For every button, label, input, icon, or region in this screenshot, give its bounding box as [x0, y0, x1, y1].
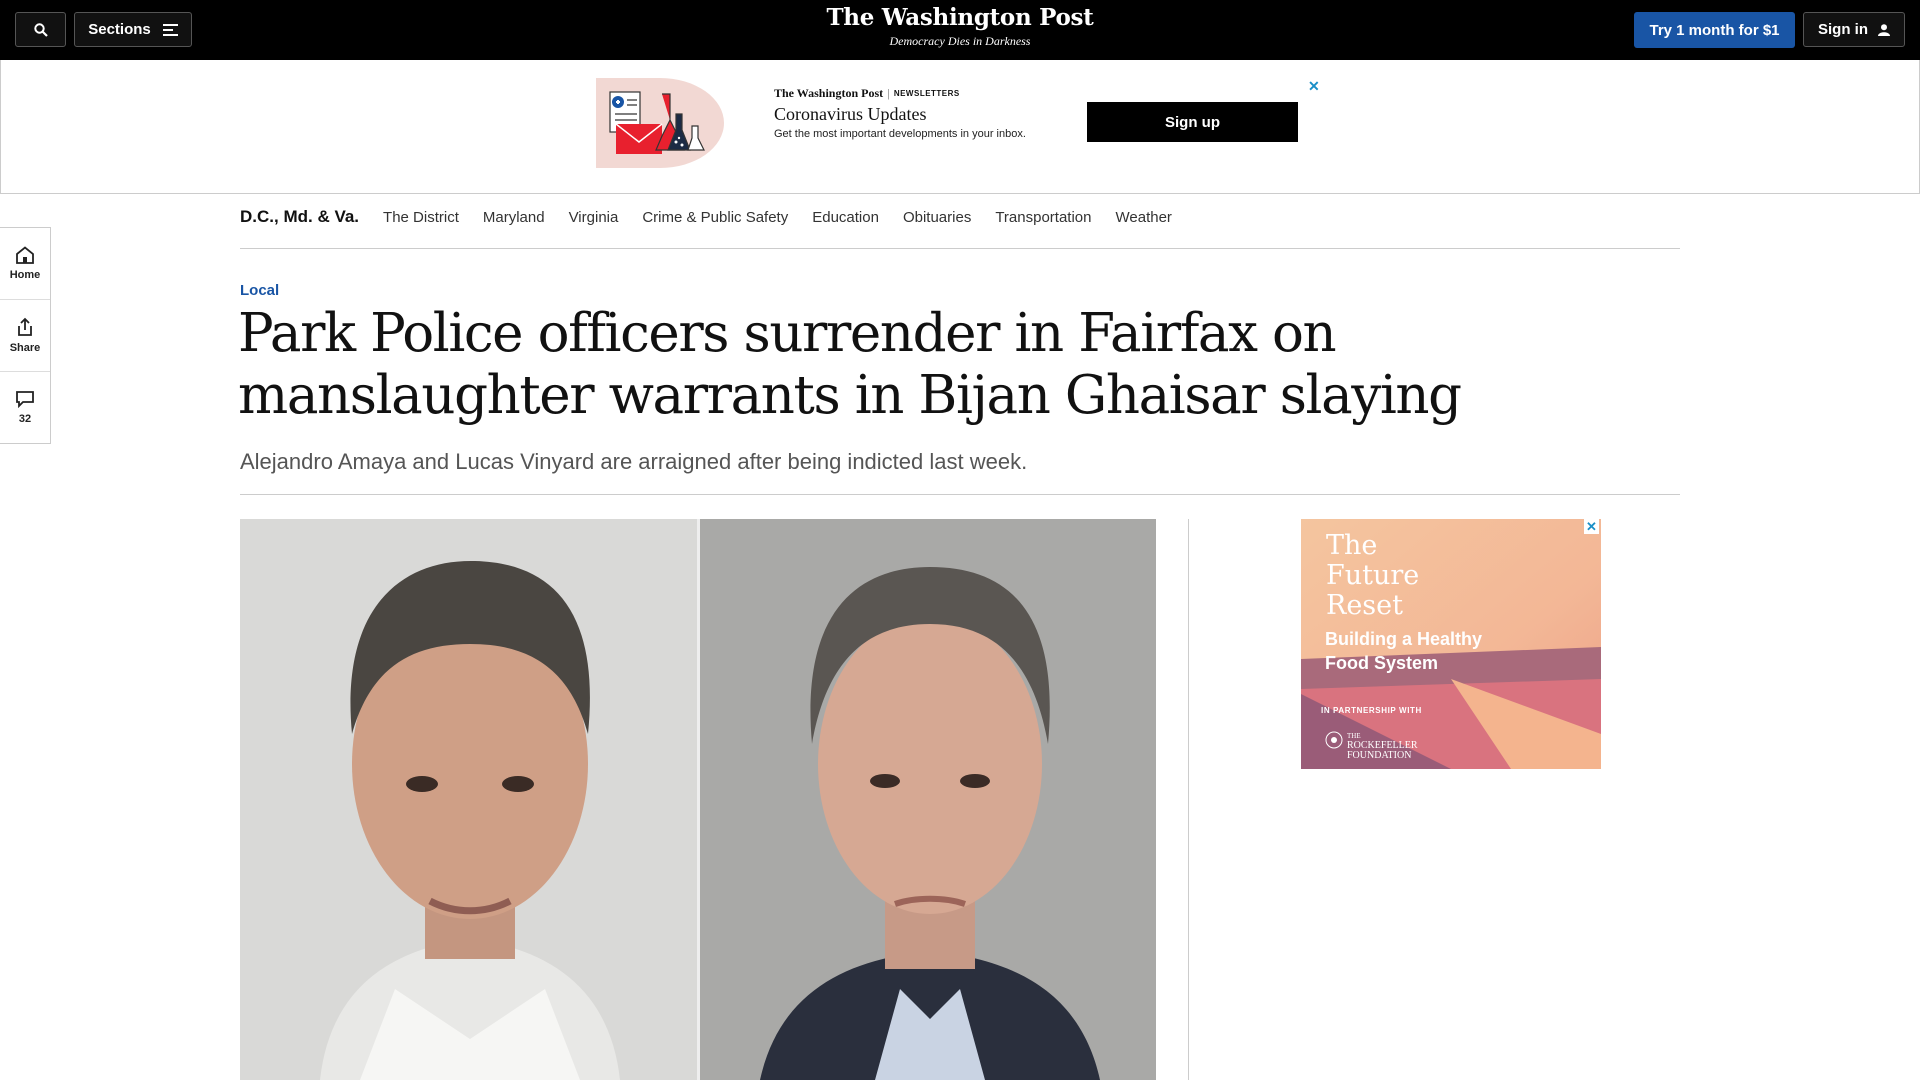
home-icon — [16, 246, 34, 264]
rail-share-button[interactable]: Share — [0, 300, 50, 372]
sections-button[interactable]: Sections — [74, 12, 192, 47]
section-nav-item-weather[interactable]: Weather — [1116, 209, 1172, 226]
share-icon — [18, 317, 32, 336]
subscribe-trial-button[interactable]: Try 1 month for $1 — [1634, 12, 1795, 48]
ad-title: The Future Reset — [1326, 530, 1420, 621]
rail-comments-count: 32 — [18, 413, 32, 425]
section-nav-item-crime-public-safety[interactable]: Crime & Public Safety — [642, 209, 788, 226]
section-nav-main[interactable]: D.C., Md. & Va. — [240, 207, 359, 227]
ad-partner-name-line2: FOUNDATION — [1347, 750, 1412, 761]
article-lead-photo — [240, 519, 1156, 1080]
sign-in-button[interactable]: Sign in — [1803, 12, 1905, 47]
newsletter-brand-suffix: NEWSLETTERS — [893, 89, 960, 98]
newsletter-title: Coronavirus Updates — [774, 104, 927, 124]
ad-close-icon[interactable]: ✕ — [1308, 78, 1320, 95]
sign-in-label: Sign in — [1818, 21, 1868, 38]
rail-comments-button[interactable]: 32 — [0, 372, 50, 443]
foundation-logo-icon — [1325, 731, 1343, 749]
ad-partner-name: THE ROCKEFELLER FOUNDATION — [1347, 731, 1418, 761]
headline-divider — [240, 494, 1680, 495]
section-navigation: D.C., Md. & Va. The District Maryland Vi… — [240, 207, 1196, 227]
search-button[interactable] — [15, 12, 66, 47]
article-kicker[interactable]: Local — [240, 282, 279, 299]
side-rail: Home Share 32 — [0, 227, 51, 444]
section-nav-item-obituaries[interactable]: Obituaries — [903, 209, 971, 226]
rail-share-label: Share — [9, 342, 41, 354]
newsletter-brand-name: The Washington Post — [774, 86, 884, 100]
article-dek: Alejandro Amaya and Lucas Vinyard are ar… — [240, 449, 1028, 474]
newsletter-brand: The Washington Post | NEWSLETTERS — [774, 86, 960, 100]
search-icon — [33, 22, 48, 37]
newsletter-artwork — [609, 91, 705, 154]
section-nav-item-maryland[interactable]: Maryland — [483, 209, 545, 226]
sponsored-ad[interactable]: The Future Reset Building a Healthy Food… — [1301, 519, 1601, 769]
newsletter-illustration — [596, 78, 724, 168]
menu-icon — [162, 23, 178, 36]
newsletter-signup-button[interactable]: Sign up — [1087, 102, 1298, 142]
column-divider — [1188, 519, 1189, 1080]
section-nav-item-education[interactable]: Education — [812, 209, 879, 226]
section-nav-divider — [240, 248, 1680, 249]
ad-subtitle: Building a Healthy Food System — [1325, 629, 1483, 673]
logo-wordmark: The Washington Post — [826, 4, 1094, 31]
rail-home-label: Home — [9, 269, 41, 281]
comment-icon — [16, 391, 34, 408]
logo-tagline: Democracy Dies in Darkness — [889, 34, 1031, 48]
site-logo[interactable]: The Washington Post Democracy Dies in Da… — [760, 4, 1160, 49]
newsletter-description: Get the most important developments in y… — [774, 128, 1026, 140]
ad-partner-label: IN PARTNERSHIP WITH — [1321, 706, 1422, 715]
sponsored-ad-close-icon[interactable]: ✕ — [1584, 519, 1599, 534]
section-nav-item-transportation[interactable]: Transportation — [995, 209, 1091, 226]
sections-label: Sections — [88, 21, 151, 38]
mugshots-image — [240, 519, 1156, 1080]
user-icon — [1878, 23, 1890, 36]
article-headline: Park Police officers surrender in Fairfa… — [238, 303, 1462, 426]
section-nav-item-the-district[interactable]: The District — [383, 209, 459, 226]
newsletter-ad-banner — [0, 60, 1920, 194]
top-navigation-bar: Sections The Washington Post Democracy D… — [0, 0, 1920, 60]
section-nav-item-virginia[interactable]: Virginia — [569, 209, 619, 226]
rail-home-button[interactable]: Home — [0, 228, 50, 300]
